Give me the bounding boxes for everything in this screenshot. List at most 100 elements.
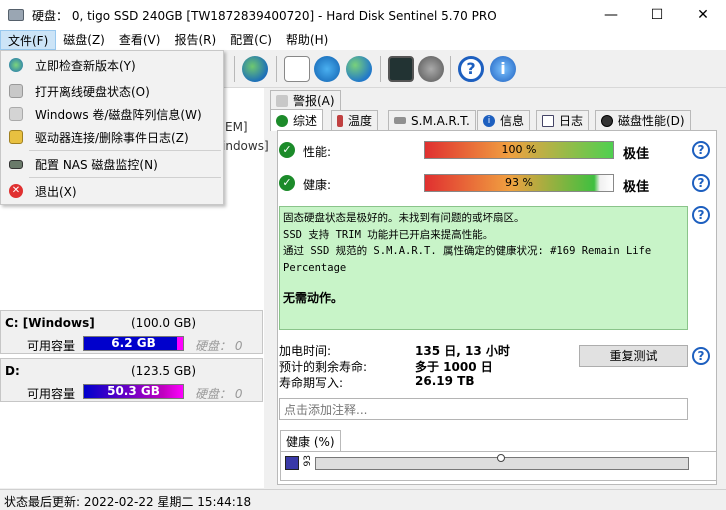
refresh-icon[interactable] (314, 56, 340, 82)
disk-details-panel: 警报(A) 综述 温度 S.M.A.R.T. i 信息 日志 磁盘性能(D) ✓… (270, 88, 726, 488)
tab-alerts[interactable]: 警报(A) (270, 90, 341, 110)
health-label: 健康: (303, 178, 332, 192)
tab-label: 信息 (500, 114, 525, 128)
tab-info[interactable]: i 信息 (477, 110, 531, 130)
globe-icon (9, 58, 23, 72)
menu-item-label: 驱动器连接/删除事件日志(Z) (35, 130, 189, 145)
tab-health-chart[interactable]: 健康 (%) (280, 430, 341, 451)
status-line: 固态硬盘状态是极好的。未找到有问题的或坏扇区。 (283, 212, 525, 224)
disk-icon (394, 117, 406, 124)
window-title: 硬盘： 0, tigo SSD 240GB [TW1872839400720] … (32, 8, 497, 23)
tab-overview[interactable]: 综述 (270, 109, 324, 131)
help-icon[interactable]: ? (692, 206, 710, 224)
menu-item-label: 退出(X) (35, 184, 77, 199)
report-icon[interactable] (284, 56, 310, 82)
help-icon[interactable]: ? (692, 174, 710, 192)
help-icon[interactable]: ? (692, 347, 710, 365)
volume-size: (123.5 GB) (131, 364, 197, 378)
monitor-icon[interactable] (388, 56, 414, 82)
performance-check-icon: ✓ (279, 142, 295, 158)
menu-file[interactable]: 文件(F) (0, 30, 57, 50)
lifetime-label: 预计的剩余寿命: (279, 360, 368, 374)
free-space-label: 可用容量 (27, 339, 76, 353)
save-icon[interactable] (285, 456, 299, 470)
menu-disk[interactable]: 磁盘(Z) (56, 30, 112, 50)
menu-item-event-log[interactable]: 驱动器连接/删除事件日志(Z) (3, 126, 221, 148)
tab-label: 警报(A) (293, 94, 335, 108)
free-space-label: 可用容量 (27, 387, 76, 401)
health-chart-area: 93 (280, 451, 717, 481)
check-icon (276, 114, 288, 127)
alert-icon (276, 94, 288, 107)
tab-disk-performance[interactable]: 磁盘性能(D) (595, 110, 691, 130)
network-globe-icon[interactable] (346, 56, 372, 82)
health-bar: 93 % (424, 174, 614, 192)
menu-item-label: 打开离线硬盘状态(O) (35, 84, 150, 99)
toolbar-separator (450, 56, 451, 82)
tab-smart[interactable]: S.M.A.R.T. (388, 110, 476, 130)
menu-bar: 文件(F) 磁盘(Z) 查看(V) 报告(R) 配置(C) 帮助(H) (0, 30, 726, 50)
tab-temperature[interactable]: 温度 (331, 110, 379, 130)
disk-list-partial-text: indows] (222, 139, 269, 153)
help-icon[interactable]: ? (692, 141, 710, 159)
tab-label: 健康 (%) (286, 434, 335, 449)
free-space-value: 6.2 GB (111, 336, 156, 350)
thermometer-icon (337, 114, 343, 127)
menu-config[interactable]: 配置(C) (223, 30, 279, 50)
status-bar: 状态最后更新: 2022-02-22 星期二 15:44:18 (0, 489, 726, 509)
tab-label: 温度 (348, 114, 373, 128)
notes-input[interactable]: 点击添加注释... (279, 398, 688, 420)
menu-item-open-offline[interactable]: 打开离线硬盘状态(O) (3, 80, 221, 102)
performance-bar: 100 % (424, 141, 614, 159)
toolbar-separator (380, 56, 381, 82)
written-value: 26.19 TB (415, 374, 475, 388)
help-icon[interactable]: ? (458, 56, 484, 82)
exit-icon: ✕ (9, 184, 23, 198)
menu-separator (29, 150, 221, 151)
globe-icon[interactable] (242, 56, 268, 82)
gauge-icon (601, 114, 613, 127)
close-button[interactable]: ✕ (680, 0, 726, 30)
info-icon[interactable]: i (490, 56, 516, 82)
lifetime-value: 多于 1000 日 (415, 360, 493, 374)
written-label: 寿命期写入: (279, 376, 344, 390)
disk-icon (9, 84, 23, 98)
volume-name: D: (5, 364, 20, 378)
menu-item-check-update[interactable]: 立即检查新版本(Y) (3, 54, 221, 76)
toolbar-separator (276, 56, 277, 82)
status-line: 通过 SSD 规范的 S.M.A.R.T. 属性确定的健康状况: #169 Re… (283, 245, 652, 274)
tab-label: 磁盘性能(D) (618, 114, 685, 128)
retest-button[interactable]: 重复测试 (579, 345, 688, 367)
menu-view[interactable]: 查看(V) (112, 30, 168, 50)
disk-array-icon (9, 107, 23, 121)
menu-item-windows-volumes[interactable]: Windows 卷/磁盘阵列信息(W) (3, 103, 221, 125)
volume-disk-label: 硬盘： 0 (195, 339, 243, 353)
volume-d[interactable]: D: (123.5 GB) 可用容量 50.3 GB 硬盘： 0 (0, 358, 263, 402)
app-icon (8, 9, 24, 21)
maximize-button[interactable]: ☐ (634, 0, 680, 30)
log-icon (9, 130, 23, 144)
volume-disk-label: 硬盘： 0 (195, 387, 243, 401)
menu-report[interactable]: 报告(R) (167, 30, 223, 50)
menu-separator (29, 177, 221, 178)
health-value: 93 % (505, 176, 533, 189)
menu-item-label: Windows 卷/磁盘阵列信息(W) (35, 107, 202, 122)
volume-c[interactable]: C: [Windows] (100.0 GB) 可用容量 6.2 GB 硬盘： … (0, 310, 263, 354)
health-grade: 极佳 (623, 180, 650, 195)
volume-size: (100.0 GB) (131, 316, 197, 330)
minimize-button[interactable]: — (588, 0, 634, 30)
menu-help[interactable]: 帮助(H) (279, 30, 335, 50)
speaker-icon[interactable] (418, 56, 444, 82)
status-line: SSD 支持 TRIM 功能并已开启来提高性能。 (283, 228, 494, 241)
performance-grade: 极佳 (623, 147, 650, 162)
performance-label: 性能: (303, 145, 332, 159)
disk-list-partial-text: EM] (225, 120, 248, 134)
menu-item-label: 立即检查新版本(Y) (35, 58, 136, 73)
free-space-bar: 50.3 GB (83, 384, 184, 399)
menu-item-nas-monitor[interactable]: 配置 NAS 磁盘监控(N) (3, 153, 221, 175)
chart-y-label: 93 (303, 455, 313, 467)
menu-item-label: 配置 NAS 磁盘监控(N) (35, 157, 158, 172)
tab-log[interactable]: 日志 (536, 110, 590, 130)
toolbar-separator (234, 56, 235, 82)
menu-item-exit[interactable]: ✕ 退出(X) (3, 180, 221, 202)
